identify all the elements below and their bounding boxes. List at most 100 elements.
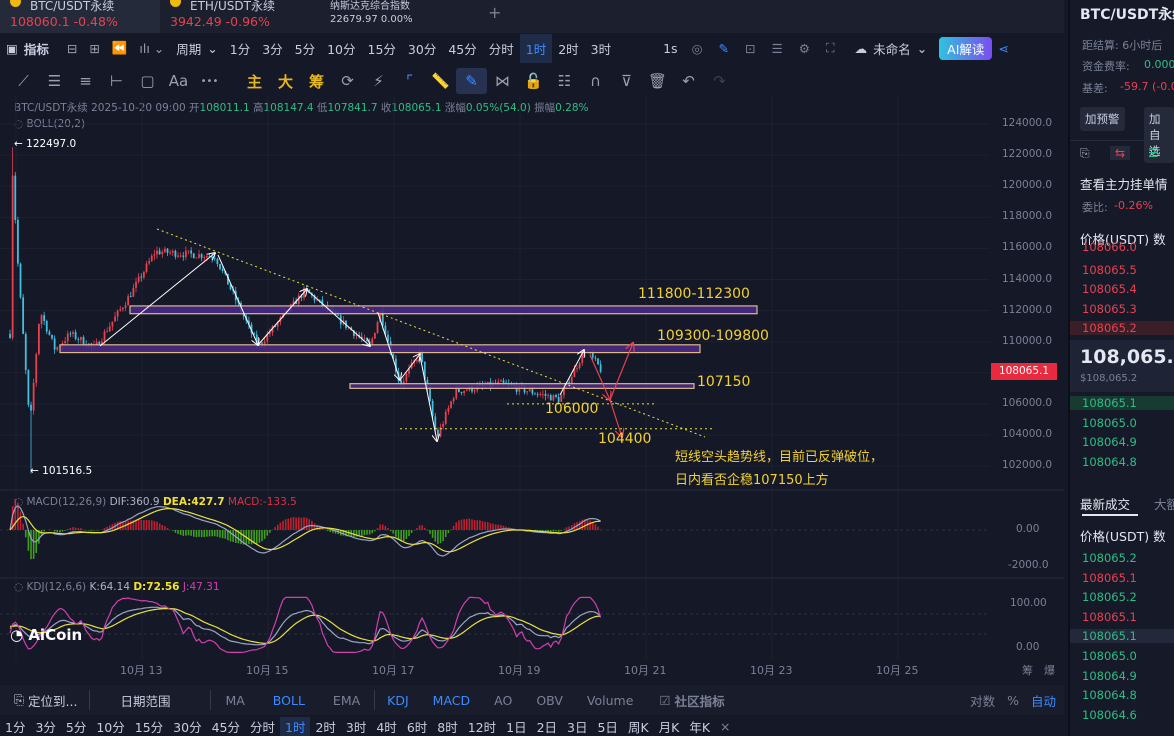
add-alert-button[interactable]: 加预警 (1080, 107, 1125, 131)
candle (142, 271, 145, 278)
candle (119, 309, 122, 311)
bottom-interval-1时[interactable]: 1时 (280, 716, 311, 736)
indicator-obv[interactable]: OBV (524, 693, 575, 708)
candle (108, 326, 111, 332)
candle (534, 393, 536, 395)
bottom-interval-8时[interactable]: 8时 (432, 717, 462, 736)
side-panel: BTC/USDT永续距结算: 6小时后资金费率: 0.0003 基差: -59.7 (… (1068, 0, 1174, 736)
candle (179, 255, 182, 257)
bottom-interval-1日[interactable]: 1日 (501, 717, 531, 736)
candle (549, 395, 552, 401)
candle (594, 357, 597, 359)
candle (200, 254, 203, 258)
candle (129, 296, 132, 298)
settle-time: 距结算: 6小时后 (1082, 39, 1163, 52)
bottom-interval-周K[interactable]: 周K (623, 717, 654, 736)
ask-price: 108065.2 (1070, 321, 1174, 335)
close-interval-bar[interactable]: × (715, 719, 735, 734)
funding-label: 资金费率: (1082, 60, 1130, 73)
indicator-boll[interactable]: BOLL (259, 693, 319, 708)
macd-value: MACD:-133.5 (227, 496, 297, 508)
bottom-interval-3时[interactable]: 3时 (341, 717, 371, 736)
bottom-interval-2时[interactable]: 2时 (310, 717, 340, 736)
level-label-107150: 107150 (697, 374, 751, 390)
bottom-interval-月K[interactable]: 月K (654, 717, 685, 736)
price-axis-label: 120000.0 (1002, 179, 1053, 192)
orderbook-split-icon[interactable]: ⇆ (1110, 146, 1131, 160)
candle (66, 333, 69, 342)
bottom-interval-45分[interactable]: 45分 (207, 717, 245, 736)
edit-icon[interactable]: ☑ (645, 693, 674, 708)
candle (363, 337, 366, 339)
candle (16, 219, 19, 264)
price-axis-label: 118000.0 (1002, 210, 1053, 223)
trade-price: 108065.1 (1082, 570, 1137, 585)
bottom-interval-4时[interactable]: 4时 (371, 717, 401, 736)
liquidation-toggle[interactable]: 爆 (1044, 662, 1055, 678)
community-indicators[interactable]: 社区指标 (675, 691, 737, 710)
macd-legend[interactable]: ◌ MACD(12,26,9) DIF:360.9 DEA:427.7 MACD… (14, 496, 297, 508)
bottom-interval-2日[interactable]: 2日 (532, 717, 562, 736)
bottom-interval-3分[interactable]: 3分 (30, 717, 60, 736)
last-price-tag: 108065.1 (991, 363, 1057, 380)
bottom-interval-15分[interactable]: 15分 (130, 717, 168, 736)
locate-button[interactable]: 定位到... (28, 691, 89, 710)
bottom-interval-5日[interactable]: 5日 (592, 717, 622, 736)
side-title: BTC/USDT永续 (1080, 7, 1174, 23)
white-wave-arrow (99, 253, 215, 347)
candle (221, 269, 224, 271)
bottom-interval-6时[interactable]: 6时 (402, 717, 432, 736)
candle (405, 373, 408, 382)
candle (166, 248, 169, 253)
date-range-button[interactable]: 日期范围 (90, 691, 210, 710)
kdj-legend[interactable]: ◌ KDJ(12,6,6) K:64.14 D:72.56 J:47.31 (14, 581, 220, 593)
ask-price: 108065.5 (1082, 262, 1137, 277)
indicator-kdj[interactable]: KDJ (375, 693, 421, 708)
indicator-ao[interactable]: AO (482, 693, 524, 708)
candle (547, 395, 550, 396)
kdj-label: KDJ(12,6,6) (26, 581, 87, 593)
candle (450, 401, 452, 408)
candle (132, 287, 135, 297)
candle (442, 423, 445, 428)
candle (541, 393, 544, 395)
candle (447, 407, 450, 412)
price-chart[interactable] (0, 0, 1064, 680)
candle (121, 307, 124, 310)
bottom-interval-30分[interactable]: 30分 (168, 717, 206, 736)
ask-price: 108066.0 (1082, 240, 1137, 254)
orderbook-list-icon[interactable]: ☰ (1148, 146, 1159, 160)
candle (263, 341, 266, 344)
analysis-note-2: 日内看否企稳107150上方 (675, 473, 829, 488)
bottom-interval-12时[interactable]: 12时 (463, 717, 501, 736)
macd-axis-0: 0.00 (1016, 523, 1040, 535)
locate-icon[interactable]: ⎘ (0, 692, 28, 708)
interval-bar: 1分 3分 5分 10分 15分 30分 45分 分时 1时 2时 3时 4时 6时 8时 12时 1日 2日 3… (0, 716, 1064, 736)
candle (111, 321, 114, 327)
candle (48, 331, 51, 335)
candle (436, 429, 439, 437)
bottom-interval-分时[interactable]: 分时 (245, 717, 280, 736)
candle (64, 341, 67, 344)
bottom-interval-10分[interactable]: 10分 (91, 717, 129, 736)
indicator-ma[interactable]: MA (211, 693, 258, 708)
candle (177, 255, 179, 257)
candle (145, 263, 148, 272)
bottom-interval-3日[interactable]: 3日 (562, 717, 592, 736)
indicator-volume[interactable]: Volume (575, 693, 646, 708)
bottom-interval-5分[interactable]: 5分 (61, 717, 91, 736)
date-axis-label: 10月 25 (876, 664, 919, 677)
candle (552, 394, 555, 401)
candle (184, 250, 187, 257)
candle (158, 250, 161, 255)
indicator-ema[interactable]: EMA (319, 693, 374, 708)
orderbook-both-icon[interactable]: ⎘ (1080, 146, 1090, 161)
candle (544, 393, 547, 396)
bottom-interval-年K[interactable]: 年K (684, 717, 715, 736)
log-scale-button[interactable]: 对数 (964, 691, 1001, 710)
auto-scale-button[interactable]: 自动 (1025, 691, 1064, 710)
bottom-interval-1分[interactable]: 1分 (0, 717, 30, 736)
indicator-macd[interactable]: MACD (421, 693, 482, 708)
percent-scale-button[interactable]: % (1001, 693, 1025, 708)
chips-toggle[interactable]: 筹 (1022, 662, 1033, 678)
